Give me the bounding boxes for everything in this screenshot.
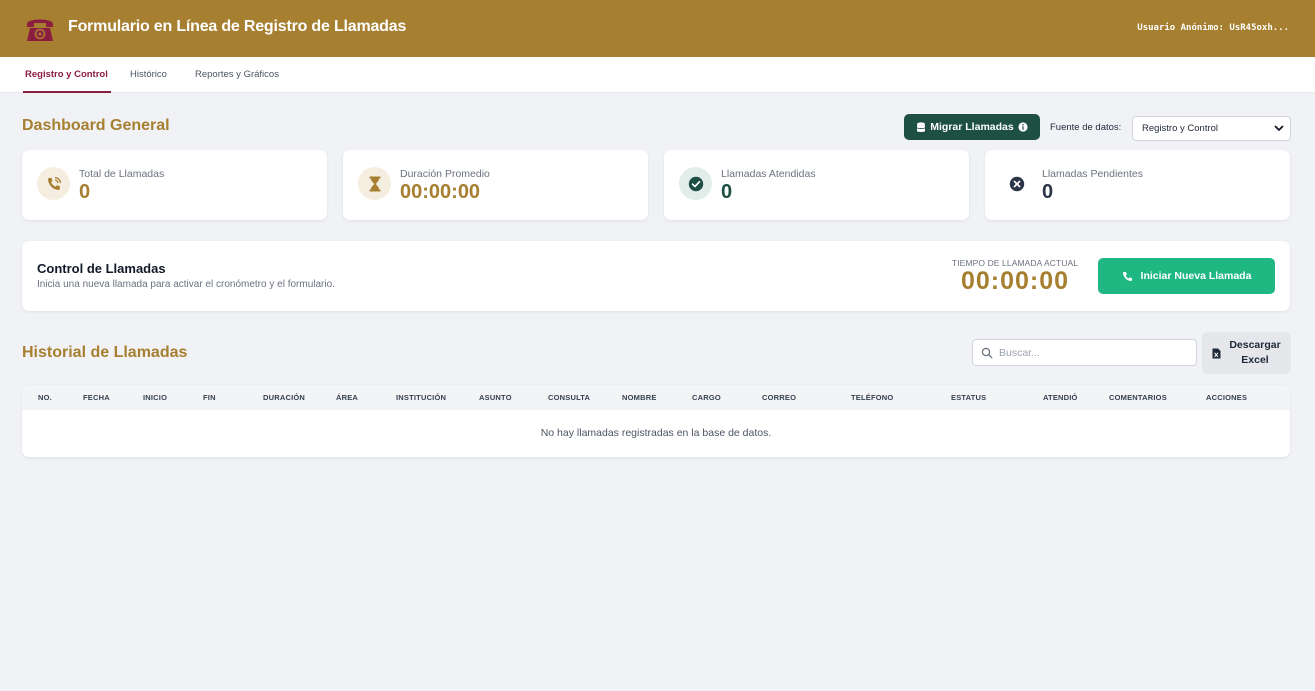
column-header: ACCIONES [1206, 393, 1248, 402]
empty-table-message: No hay llamadas registradas en la base d… [540, 427, 772, 439]
stat-card-avg-duration: Duración Promedio 00:00:00 [343, 150, 648, 220]
stat-card-total-calls: Total de Llamadas 0 [22, 150, 327, 220]
tab-historico[interactable]: Histórico [130, 57, 167, 93]
start-new-call-label: Iniciar Nueva Llamada [1140, 270, 1252, 282]
column-header: COMENTARIOS [1109, 393, 1167, 402]
column-header: FIN [203, 393, 216, 402]
column-header: ASUNTO [479, 393, 512, 402]
call-control-panel: Control de Llamadas Inicia una nueva lla… [22, 241, 1290, 311]
dashboard-title: Dashboard General [22, 117, 170, 134]
stat-label: Llamadas Atendidas [721, 168, 816, 180]
start-new-call-button[interactable]: Iniciar Nueva Llamada [1098, 258, 1275, 294]
stat-card-pending-calls: Llamadas Pendientes 0 [985, 150, 1290, 220]
column-header: FECHA [83, 393, 110, 402]
column-header: CONSULTA [548, 393, 591, 402]
telephone-icon [27, 19, 53, 41]
phone-icon [1122, 271, 1132, 281]
download-excel-button[interactable]: Descargar Excel [1202, 332, 1291, 374]
call-timer: 00:00:00 [960, 267, 1070, 295]
download-excel-label: Descargar Excel [1229, 339, 1281, 366]
datasource-selected-value: Registro y Control [1142, 123, 1219, 134]
column-header: DURACIÓN [263, 393, 306, 402]
app-header: Formulario en Línea de Registro de Llama… [0, 0, 1315, 57]
tab-reportes-graficos[interactable]: Reportes y Gráficos [195, 57, 279, 93]
column-header: TELÉFONO [851, 393, 894, 402]
control-subtitle: Inicia una nueva llamada para activar el… [37, 279, 335, 290]
database-icon [916, 121, 926, 132]
tab-bar: Registro y Control Histórico Reportes y … [0, 57, 1315, 93]
app-title: Formulario en Línea de Registro de Llama… [68, 18, 407, 35]
tab-registro-control[interactable]: Registro y Control [23, 57, 111, 93]
datasource-label: Fuente de datos: [1050, 122, 1122, 133]
migrate-calls-button[interactable]: Migrar Llamadas [904, 114, 1040, 140]
stat-value: 0 [721, 181, 733, 203]
stat-value: 0 [79, 181, 91, 203]
history-table: NO. FECHA INICIO FIN DURACIÓN ÁREA INSTI… [22, 385, 1290, 457]
search-icon [981, 347, 993, 359]
chevron-down-icon [1274, 125, 1284, 131]
stat-label: Duración Promedio [400, 168, 490, 180]
phone-volume-icon [37, 167, 70, 200]
column-header: NO. [38, 393, 52, 402]
check-circle-icon [679, 167, 712, 200]
user-id-label: Usuario Anónimo: UsR45oxh... [1137, 23, 1289, 33]
stat-label: Total de Llamadas [79, 168, 165, 180]
stat-card-answered-calls: Llamadas Atendidas 0 [664, 150, 969, 220]
hourglass-icon [358, 167, 391, 200]
search-input[interactable] [999, 344, 1189, 362]
info-icon [1018, 122, 1028, 132]
migrate-calls-label: Migrar Llamadas [930, 121, 1014, 133]
stat-value: 0 [1042, 181, 1054, 203]
datasource-select[interactable]: Registro y Control [1132, 116, 1291, 141]
history-title: Historial de Llamadas [22, 344, 188, 361]
column-header: INICIO [143, 393, 168, 402]
column-header: ATENDIÓ [1043, 393, 1078, 402]
search-box [972, 339, 1197, 366]
column-header: ESTATUS [951, 393, 987, 402]
column-header: CARGO [692, 393, 721, 402]
column-header: INSTITUCIÓN [396, 393, 447, 402]
column-header: CORREO [762, 393, 797, 402]
stat-label: Llamadas Pendientes [1042, 168, 1143, 180]
stat-value: 00:00:00 [400, 181, 481, 203]
file-excel-icon [1212, 348, 1221, 359]
column-header: NOMBRE [622, 393, 657, 402]
control-title: Control de Llamadas [37, 261, 166, 276]
column-header: ÁREA [336, 393, 359, 402]
x-circle-icon [1000, 167, 1033, 200]
table-header: NO. FECHA INICIO FIN DURACIÓN ÁREA INSTI… [22, 385, 1290, 410]
